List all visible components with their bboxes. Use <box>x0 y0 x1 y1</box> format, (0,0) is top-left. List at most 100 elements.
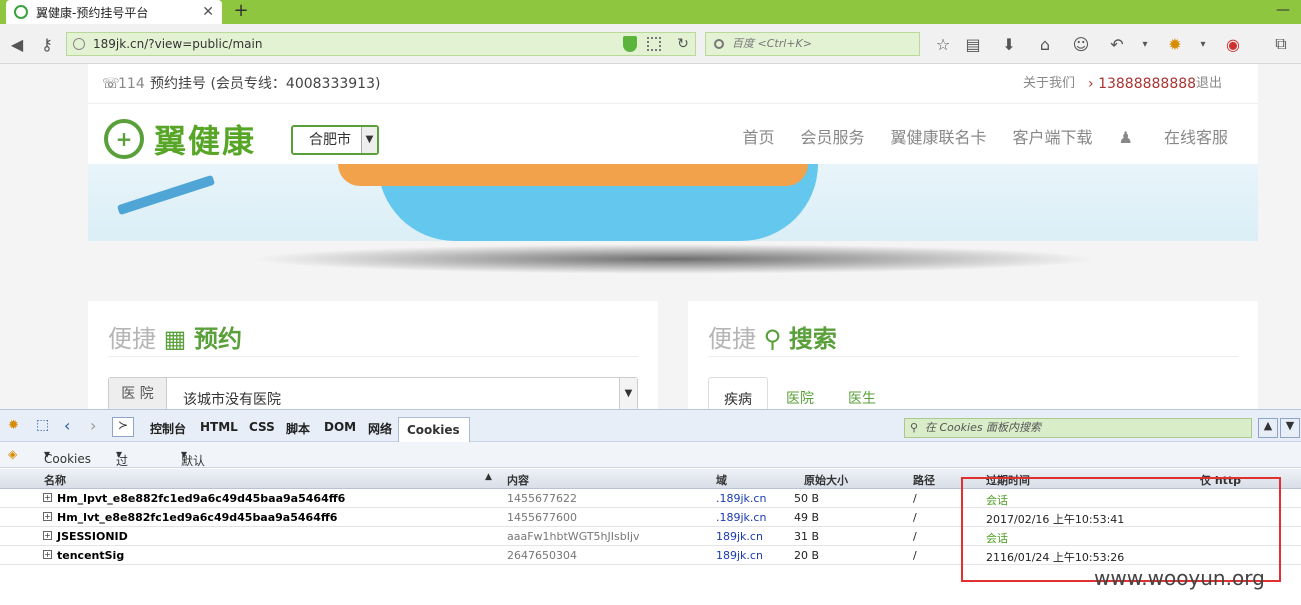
close-tab-icon[interactable]: ✕ <box>202 4 214 20</box>
inspect-icon[interactable]: ⬚ <box>36 417 49 433</box>
nav-item-support[interactable]: ♟ 在线客服 <box>1119 124 1228 148</box>
cookie-name: Hm_lvt_e8e882fc1ed9a6c49d45baa9a5464ff6 <box>57 511 338 524</box>
menu-icon[interactable]: ⧉ <box>1268 31 1294 57</box>
user-phone-link[interactable]: › 13888888888 <box>1088 64 1196 104</box>
about-link[interactable]: 关于我们 <box>1023 64 1075 104</box>
dropdown-icon[interactable]: ▾ <box>1132 31 1158 57</box>
tab-console[interactable]: 控制台 <box>150 420 186 437</box>
tab-disease[interactable]: 疾病 <box>708 377 768 409</box>
new-tab-button[interactable]: + <box>230 0 252 22</box>
cookie-content: 1455677600 <box>507 511 577 524</box>
download-icon[interactable]: ⬇ <box>996 31 1022 57</box>
chevron-up-icon[interactable]: ▲ <box>1258 418 1278 438</box>
command-line-icon[interactable]: ≻ <box>112 417 134 437</box>
dropdown-icon[interactable]: ▾ <box>1190 31 1216 57</box>
nav-item-home[interactable]: 首页 <box>742 124 774 148</box>
search-icon: ⚲ <box>763 325 782 353</box>
key-icon[interactable]: ⚷ <box>34 31 60 57</box>
banner-shape <box>338 164 808 186</box>
sort-asc-icon: ▲ <box>485 472 492 482</box>
cookie-name: Hm_lpvt_e8e882fc1ed9a6c49d45baa9a5464ff6 <box>57 492 346 505</box>
column-name[interactable]: 名称 <box>44 472 66 488</box>
clipboard-icon[interactable]: ▤ <box>960 31 986 57</box>
tab-doctor[interactable]: 医生 <box>848 377 876 409</box>
home-icon[interactable]: ⌂ <box>1032 31 1058 57</box>
column-path[interactable]: 路径 <box>913 472 935 488</box>
nav-item-card[interactable]: 翼健康联名卡 <box>891 124 987 148</box>
expand-icon[interactable]: + <box>43 531 52 540</box>
browser-tab[interactable]: 翼健康-预约挂号平台 ✕ <box>6 0 222 24</box>
expand-icon[interactable]: + <box>43 550 52 559</box>
forward-icon[interactable]: › <box>90 416 96 435</box>
undo-icon[interactable]: ↶ <box>1104 31 1130 57</box>
cookie-content: 2647650304 <box>507 549 577 562</box>
logout-link[interactable]: 退出 <box>1196 64 1222 104</box>
column-domain[interactable]: 域 <box>716 472 727 488</box>
cookie-size: 20 B <box>794 549 820 562</box>
banner-shadow <box>250 244 1100 274</box>
address-bar[interactable]: 189jk.cn/?view=public/main <box>66 32 696 56</box>
divider <box>108 356 638 357</box>
chevron-down-icon[interactable]: ▼ <box>1280 418 1300 438</box>
minimize-icon[interactable]: — <box>1276 2 1290 18</box>
cookies-toolbar: ◈ Cookies ▾ 过滤器 ▾ 默认 (接受第三方 cookie ) ▾ <box>0 442 1301 531</box>
cookie-path: / <box>913 492 917 505</box>
emoji-icon[interactable]: ☺ <box>1068 31 1094 57</box>
cookie-size: 50 B <box>794 492 820 505</box>
nav-item-member[interactable]: 会员服务 <box>801 124 865 148</box>
cookie-domain: 189jk.cn <box>716 549 763 562</box>
site-topline: ☏ 114 预约挂号 (会员专线：4008333913) 关于我们 › 1388… <box>88 64 1258 104</box>
hospital-select[interactable]: 医 院 该城市没有医院 ▼ <box>108 377 638 409</box>
tab-script[interactable]: 脚本 <box>286 420 310 437</box>
site-header: + 翼健康 合肥市 ▼ 首页 会员服务 翼健康联名卡 客户端下载 ♟ 在线客服 <box>88 104 1258 164</box>
filter-menu[interactable]: 过滤器 ▾ <box>116 447 128 502</box>
chevron-down-icon: ▼ <box>619 378 637 409</box>
cookies-menu[interactable]: Cookies ▾ <box>44 447 91 466</box>
default-policy-menu[interactable]: 默认 (接受第三方 cookie ) ▾ <box>181 447 220 531</box>
syringe-illustration <box>116 174 216 216</box>
tab-dom[interactable]: DOM <box>324 420 356 434</box>
tab-cookies[interactable]: Cookies ▾ <box>398 417 470 461</box>
browser-tab-bar: 翼健康-预约挂号平台 ✕ + — <box>0 0 1301 24</box>
hotline-text: 预约挂号 (会员专线：4008333913) <box>150 76 381 92</box>
firebug-icon[interactable]: ✹ <box>1162 31 1188 57</box>
cookie-name: tencentSig <box>57 549 125 562</box>
cookie-size: 31 B <box>794 530 820 543</box>
hero-banner[interactable] <box>88 164 1258 241</box>
phone-icon: ☏ <box>102 76 120 92</box>
qr-code-icon[interactable] <box>647 37 661 51</box>
booking-card: 便捷 ▦ 预约 医 院 该城市没有医院 ▼ <box>88 301 658 409</box>
firebug-icon[interactable]: ✹ <box>8 418 19 433</box>
back-icon[interactable]: ◀ <box>4 31 30 57</box>
cookie-domain: .189jk.cn <box>716 492 767 505</box>
tab-html[interactable]: HTML <box>200 420 238 434</box>
expand-icon[interactable]: + <box>43 512 52 521</box>
addon-icon[interactable]: ◉ <box>1220 31 1246 57</box>
security-shield-icon[interactable] <box>623 36 637 52</box>
expand-icon[interactable]: + <box>43 493 52 502</box>
logo-plus-icon: + <box>104 119 144 159</box>
cookies-search-input[interactable]: ⚲ 在 Cookies 面板内搜索 <box>904 418 1252 438</box>
tab-title: 翼健康-预约挂号平台 <box>36 5 149 20</box>
nav-item-download[interactable]: 客户端下载 <box>1013 124 1093 148</box>
back-icon[interactable]: ‹ <box>64 416 70 435</box>
city-select[interactable]: 合肥市 ▼ <box>291 125 379 155</box>
tab-css[interactable]: CSS <box>249 420 275 434</box>
logo-text: 翼健康 <box>154 122 257 160</box>
cookie-domain: .189jk.cn <box>716 511 767 524</box>
calendar-icon: ▦ <box>163 325 187 353</box>
chevron-down-icon: ▼ <box>361 127 377 153</box>
tab-hospital[interactable]: 医院 <box>786 377 814 409</box>
hospital-value: 该城市没有医院 <box>183 392 281 408</box>
column-size[interactable]: 原始大小 <box>804 472 848 488</box>
reload-icon[interactable]: ↻ <box>669 32 697 56</box>
site-logo[interactable]: + 翼健康 <box>104 116 256 162</box>
bookmark-star-icon[interactable]: ☆ <box>930 31 956 57</box>
booking-title: 便捷 ▦ 预约 <box>108 325 242 353</box>
city-value: 合肥市 <box>309 132 351 148</box>
search-bar[interactable]: 百度 <Ctrl+K> <box>705 32 920 56</box>
tab-network[interactable]: 网络 <box>368 420 392 437</box>
main-nav: 首页 会员服务 翼健康联名卡 客户端下载 ♟ 在线客服 <box>716 124 1228 148</box>
column-content[interactable]: 内容 <box>507 472 529 488</box>
cookies-search-placeholder: 在 Cookies 面板内搜索 <box>925 421 1042 434</box>
